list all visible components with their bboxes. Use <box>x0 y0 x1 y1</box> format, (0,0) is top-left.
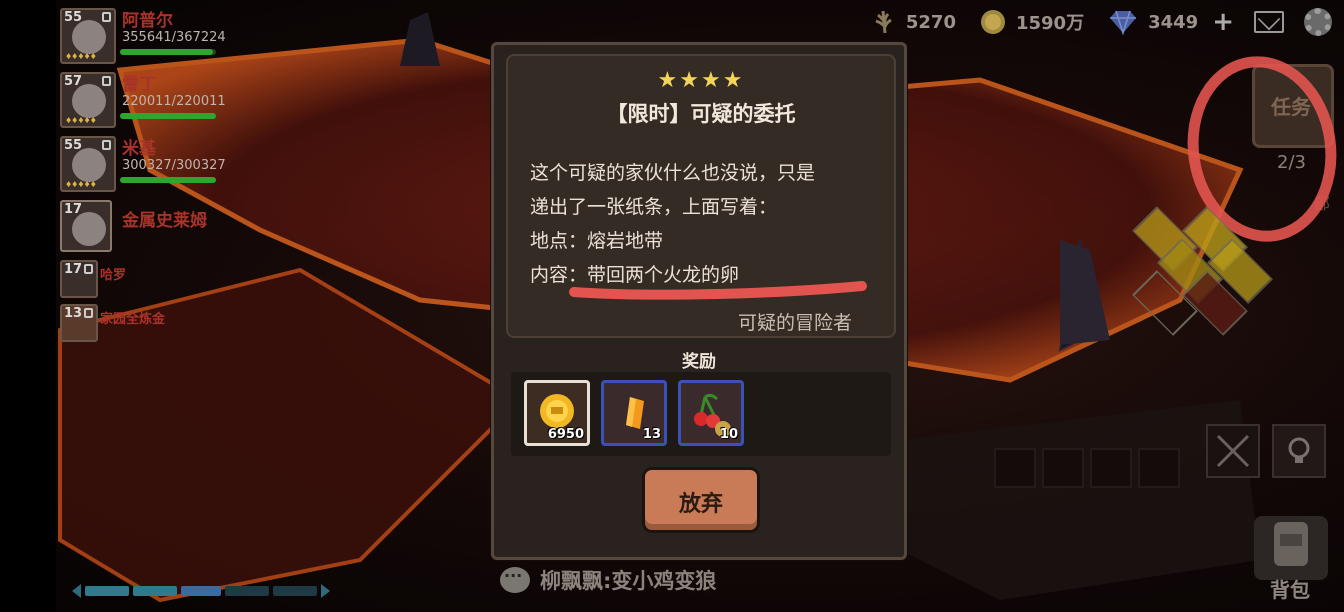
abandon-button[interactable]: 放弃 <box>642 467 760 533</box>
quest-description-line: 这个可疑的家伙什么也没说，只是 <box>530 162 816 184</box>
lightbulb-icon <box>1288 437 1310 463</box>
member-name: 米基 <box>122 139 156 159</box>
party-list: 55 ♦♦♦♦♦ 阿普尔 355641/367224 57 ♦♦♦♦♦ 雷丁 220… <box>58 6 248 346</box>
lock-icon <box>84 264 93 274</box>
party-member-5[interactable]: 17 哈罗 <box>58 258 248 302</box>
target-tool-button[interactable] <box>1206 424 1260 478</box>
avatar: 17 <box>60 260 98 298</box>
reward-item[interactable]: 10 <box>678 380 744 446</box>
party-member-2[interactable]: 57 ♦♦♦♦♦ 雷丁 220011/220011 <box>58 70 248 134</box>
resource-bar: 5270 1590万 3449 + <box>870 6 1332 38</box>
quest-description-line: 递出了一张纸条，上面写着： <box>530 196 778 218</box>
hp-bar <box>120 113 216 119</box>
chat-bubble-icon <box>500 566 530 593</box>
quick-slot[interactable] <box>1138 448 1180 488</box>
member-level: 17 <box>64 262 83 277</box>
quest-title: 【限时】可疑的委托 <box>606 102 796 126</box>
gear-icon[interactable] <box>1304 8 1332 36</box>
quest-description: 这个可疑的家伙什么也没说，只是 递出了一张纸条，上面写着： 地点：熔岩地带 内容… <box>530 156 890 292</box>
reward-item[interactable]: 13 <box>601 380 667 446</box>
avatar: 57 ♦♦♦♦♦ <box>60 72 116 128</box>
quick-slot[interactable] <box>1042 448 1084 488</box>
member-name: 家园全炼金 <box>100 312 166 327</box>
diamond-value: 3449 <box>1148 11 1199 33</box>
wheat-icon <box>875 10 892 34</box>
lock-icon <box>102 12 111 22</box>
member-level: 55 <box>64 10 83 25</box>
hp-bar <box>120 49 216 55</box>
member-name: 雷丁 <box>122 75 156 95</box>
abandon-label: 放弃 <box>678 492 723 517</box>
hp-bar <box>120 177 216 183</box>
quest-description-line: 地点：熔岩地带 <box>530 230 664 252</box>
member-name: 哈罗 <box>100 268 127 283</box>
avatar: 13 <box>60 304 98 342</box>
red-annotation-underline <box>569 281 867 300</box>
reward-count: 13 <box>642 427 661 442</box>
gold-coin-icon <box>980 10 1005 34</box>
member-level: 17 <box>64 202 83 217</box>
member-name: 金属史莱姆 <box>122 211 207 231</box>
chat-message: 柳飘飘:变小鸡变狼 <box>540 569 717 593</box>
chat-bar[interactable]: 柳飘飘:变小鸡变狼 <box>500 564 716 596</box>
member-hp: 220011/220011 <box>122 94 226 109</box>
hint-button[interactable] <box>1272 424 1326 478</box>
lock-icon <box>84 308 93 318</box>
member-hp: 300327/300327 <box>122 158 226 173</box>
arrow-right-icon[interactable] <box>321 584 330 598</box>
gold-value: 1590万 <box>1015 13 1085 34</box>
avatar: 17 <box>60 200 112 252</box>
map-progress-bar <box>72 582 348 600</box>
member-level: 57 <box>64 74 83 89</box>
crosshair-icon <box>1216 434 1250 468</box>
bag-button[interactable] <box>1254 516 1328 580</box>
bag-label: 背包 <box>1270 578 1310 602</box>
party-member-6[interactable]: 13 家园全炼金 <box>58 302 248 346</box>
add-diamond-button[interactable]: + <box>1212 9 1234 35</box>
lock-icon <box>102 140 111 150</box>
party-member-4[interactable]: 17 金属史莱姆 <box>58 198 248 258</box>
quick-slot[interactable] <box>994 448 1036 488</box>
party-member-1[interactable]: 55 ♦♦♦♦♦ 阿普尔 355641/367224 <box>58 6 248 70</box>
reward-count: 6950 <box>547 427 584 442</box>
reward-tray: 6950 13 10 <box>511 372 891 456</box>
quest-stars: ★★★★ <box>657 68 745 93</box>
mail-icon[interactable] <box>1254 11 1284 33</box>
avatar: 55 ♦♦♦♦♦ <box>60 8 116 64</box>
avatar: 55 ♦♦♦♦♦ <box>60 136 116 192</box>
backpack-icon <box>1274 522 1308 566</box>
quick-slot[interactable] <box>1090 448 1132 488</box>
lock-icon <box>102 76 111 86</box>
party-member-3[interactable]: 55 ♦♦♦♦♦ 米基 300327/300327 <box>58 134 248 198</box>
stars-icon: ♦♦♦♦♦ <box>65 180 97 189</box>
member-level: 13 <box>64 306 83 321</box>
stars-icon: ♦♦♦♦♦ <box>65 116 97 125</box>
member-hp: 355641/367224 <box>122 30 226 45</box>
stars-icon: ♦♦♦♦♦ <box>65 52 97 61</box>
wheat-value: 5270 <box>905 11 956 33</box>
reward-label: 奖励 <box>682 352 716 372</box>
diamond-icon <box>1110 10 1137 35</box>
member-level: 55 <box>64 138 83 153</box>
arrow-left-icon[interactable] <box>72 584 81 598</box>
member-name: 阿普尔 <box>122 11 173 31</box>
reward-count: 10 <box>719 427 738 442</box>
reward-item[interactable]: 6950 <box>524 380 590 446</box>
quest-signature: 可疑的冒险者 <box>737 312 852 334</box>
left-letterbox <box>0 0 56 612</box>
